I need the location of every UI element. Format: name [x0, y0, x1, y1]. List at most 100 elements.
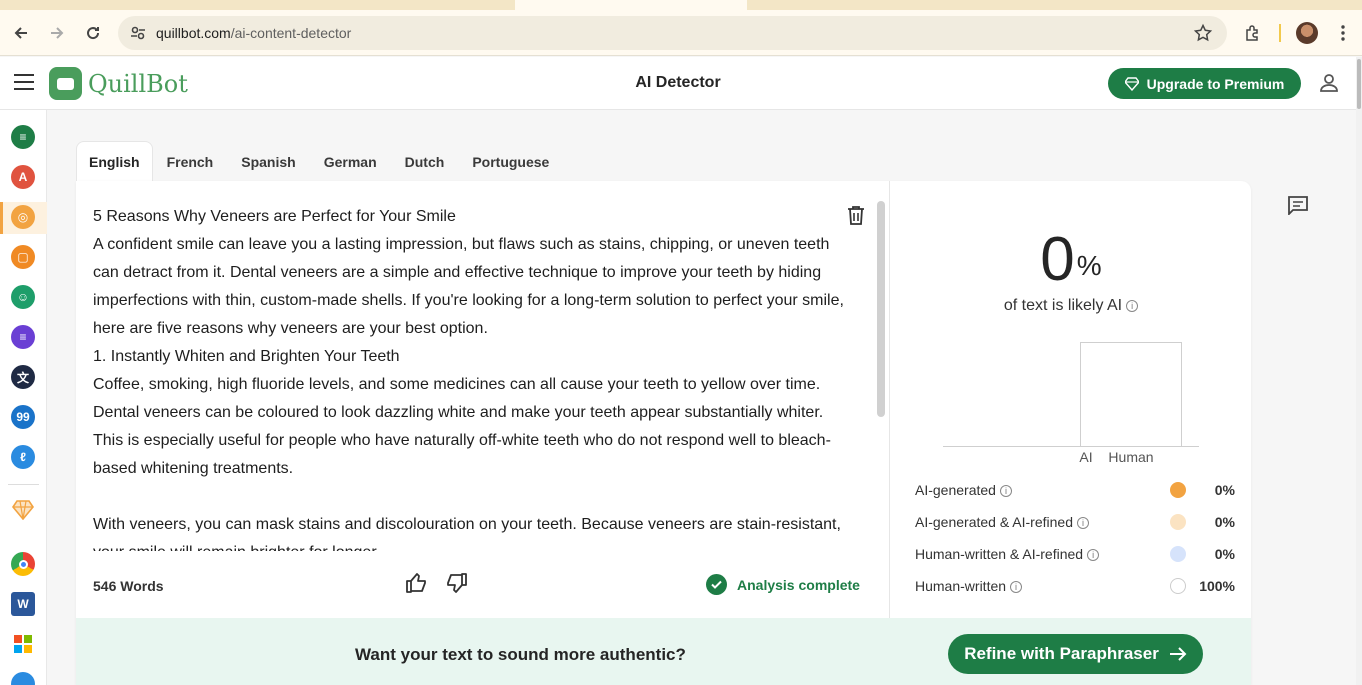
- upgrade-label: Upgrade to Premium: [1146, 75, 1285, 92]
- grammar-checker-icon[interactable]: A: [11, 165, 35, 189]
- windows-app-icon[interactable]: [11, 632, 35, 656]
- text-paragraph: A confident smile can leave you a lastin…: [93, 236, 844, 337]
- bar-baseline: [943, 446, 1199, 447]
- tab-portuguese[interactable]: Portuguese: [458, 141, 563, 182]
- info-icon[interactable]: i: [1010, 581, 1023, 594]
- status-label: Analysis complete: [737, 576, 860, 593]
- legend-value: 100%: [1199, 578, 1235, 594]
- percent-sign: %: [1076, 250, 1102, 281]
- legend-dot: [1170, 578, 1186, 594]
- bookmark-star-icon[interactable]: [1193, 23, 1213, 43]
- ai-score-value: 0: [1040, 225, 1075, 294]
- sidebar-divider: [8, 484, 39, 485]
- url-text: quillbot.com/ai-content-detector: [156, 25, 352, 41]
- tab-german[interactable]: German: [310, 141, 391, 182]
- input-text-area[interactable]: 5 Reasons Why Veneers are Perfect for Yo…: [93, 203, 853, 551]
- browser-tab-strip: [0, 0, 1362, 10]
- address-bar[interactable]: quillbot.com/ai-content-detector: [118, 16, 1227, 50]
- legend-row-human-written: Human-written i 100%: [915, 575, 1235, 607]
- thumbs-up-icon[interactable]: [405, 571, 429, 595]
- ai-score: 0%: [891, 225, 1251, 295]
- text-editor: 5 Reasons Why Veneers are Perfect for Yo…: [76, 181, 890, 618]
- check-circle-icon: [706, 574, 727, 595]
- text-paragraph: 5 Reasons Why Veneers are Perfect for Yo…: [93, 208, 456, 225]
- text-paragraph: With veneers, you can mask stains and di…: [93, 516, 841, 551]
- citation-generator-icon[interactable]: 99: [11, 405, 35, 429]
- feedback-comment-icon[interactable]: [1287, 195, 1309, 215]
- summarizer-icon[interactable]: ≡: [11, 325, 35, 349]
- legend-label: AI-generated & AI-refined: [915, 514, 1073, 530]
- upgrade-to-premium-button[interactable]: Upgrade to Premium: [1108, 68, 1301, 99]
- editor-scrollbar[interactable]: [877, 201, 885, 417]
- extensions-icon[interactable]: [1241, 21, 1265, 45]
- premium-diamond-icon[interactable]: [11, 498, 35, 522]
- likely-ai-text: of text is likely AI: [1003, 297, 1123, 314]
- legend-label: Human-written: [915, 578, 1007, 594]
- word-count: 546 Words: [93, 578, 164, 594]
- editor-footer: 546 Words Analysis complete: [76, 565, 890, 605]
- bar-label-human: Human: [1108, 449, 1154, 465]
- reload-icon[interactable]: [81, 21, 105, 45]
- legend-dot: [1170, 482, 1186, 498]
- legend-value: 0%: [1214, 482, 1235, 498]
- chrome-extension-icon[interactable]: [11, 552, 35, 576]
- forward-icon[interactable]: [45, 21, 69, 45]
- tab-dutch[interactable]: Dutch: [391, 141, 459, 182]
- more-apps-icon[interactable]: [11, 672, 35, 685]
- info-icon[interactable]: i: [1077, 517, 1089, 530]
- diamond-icon: [1124, 76, 1139, 91]
- translator-icon[interactable]: 文: [11, 365, 35, 389]
- info-icon[interactable]: i: [1126, 299, 1139, 312]
- legend-value: 0%: [1214, 546, 1235, 562]
- browser-menu-icon[interactable]: [1331, 21, 1355, 45]
- text-paragraph: 1. Instantly Whiten and Brighten Your Te…: [93, 348, 400, 365]
- info-icon[interactable]: i: [999, 485, 1012, 498]
- tab-spanish[interactable]: Spanish: [227, 141, 309, 182]
- browser-tab-inactive[interactable]: [0, 0, 515, 10]
- delete-trash-icon[interactable]: [847, 205, 865, 225]
- likely-ai-label: of text is likely AI i: [891, 297, 1251, 315]
- ai-humanizer-icon[interactable]: ☺: [11, 285, 35, 309]
- paraphraser-banner: Want your text to sound more authentic? …: [76, 618, 1251, 685]
- classification-legend: AI-generated i 0% AI-generated & AI-refin…: [915, 479, 1235, 607]
- user-account-icon[interactable]: [1318, 72, 1340, 94]
- refine-with-paraphraser-button[interactable]: Refine with Paraphraser: [948, 634, 1203, 674]
- tools-sidebar: ≡ A ◎ ▢ ☺ ≡ 文 99 ℓ W: [0, 110, 47, 685]
- score-bar-chart: [943, 342, 1199, 447]
- results-panel: 0% of text is likely AI i AI Human AI-gen…: [891, 181, 1251, 618]
- tab-french[interactable]: French: [153, 141, 228, 182]
- quillbot-flow-icon[interactable]: ℓ: [11, 445, 35, 469]
- legend-dot: [1170, 546, 1186, 562]
- legend-label: Human-written & AI-refined: [915, 546, 1084, 562]
- arrow-right-icon: [1169, 647, 1187, 661]
- legend-row-ai-generated-ai-refined: AI-generated & AI-refined i 0%: [915, 511, 1235, 543]
- plagiarism-checker-icon[interactable]: ▢: [11, 245, 35, 269]
- toolbar-divider: [1279, 24, 1281, 42]
- legend-value: 0%: [1214, 514, 1235, 530]
- language-tabs: English French Spanish German Dutch Port…: [76, 141, 563, 182]
- sidebar-active-indicator: [0, 202, 3, 234]
- ai-detector-icon[interactable]: ◎: [11, 205, 35, 229]
- bar-human: [1080, 342, 1182, 446]
- legend-row-human-written-ai-refined: Human-written & AI-refined i 0%: [915, 543, 1235, 575]
- refine-button-label: Refine with Paraphraser: [964, 644, 1159, 663]
- browser-toolbar: quillbot.com/ai-content-detector: [0, 10, 1362, 56]
- info-icon[interactable]: i: [1087, 549, 1100, 562]
- thumbs-down-icon[interactable]: [444, 571, 468, 595]
- app-header: QuillBot AI Detector Upgrade to Premium: [0, 57, 1356, 110]
- back-icon[interactable]: [9, 21, 33, 45]
- banner-text: Want your text to sound more authentic?: [355, 645, 686, 664]
- site-settings-icon[interactable]: [128, 23, 148, 43]
- tab-english[interactable]: English: [76, 141, 153, 182]
- profile-avatar[interactable]: [1296, 22, 1318, 44]
- text-paragraph: Coffee, smoking, high fluoride levels, a…: [93, 376, 831, 477]
- page-scrollbar[interactable]: [1356, 57, 1362, 685]
- analysis-status: Analysis complete: [706, 574, 860, 595]
- legend-label: AI-generated: [915, 482, 996, 498]
- paraphraser-icon[interactable]: ≡: [11, 125, 35, 149]
- word-addin-icon[interactable]: W: [11, 592, 35, 616]
- browser-tab-active[interactable]: [515, 0, 747, 10]
- legend-row-ai-generated: AI-generated i 0%: [915, 479, 1235, 511]
- detector-panel: 5 Reasons Why Veneers are Perfect for Yo…: [76, 181, 1251, 685]
